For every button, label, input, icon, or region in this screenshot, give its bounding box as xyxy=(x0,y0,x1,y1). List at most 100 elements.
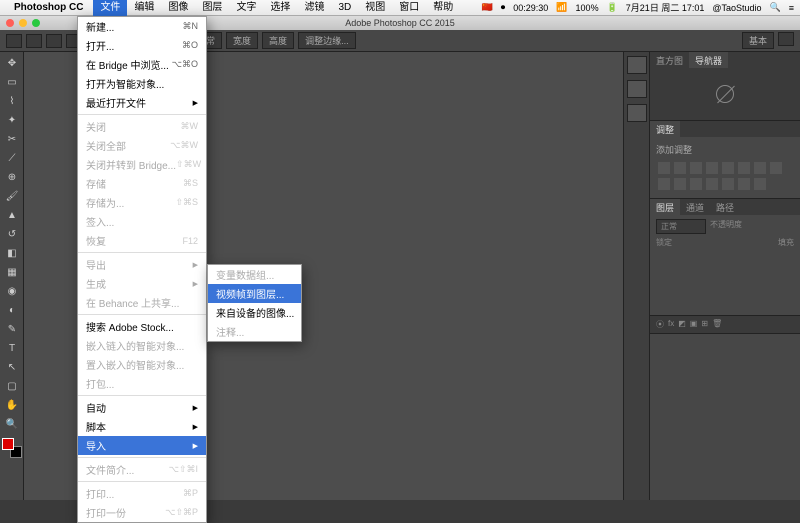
menu-separator xyxy=(78,252,206,253)
stamp-tool[interactable]: ▲ xyxy=(2,206,22,224)
link-layers-icon[interactable]: ⦿ xyxy=(656,319,664,330)
hand-tool[interactable]: ✋ xyxy=(2,396,22,414)
dock-history-icon[interactable] xyxy=(627,56,647,74)
menu-filter[interactable]: 滤镜 xyxy=(297,0,331,16)
adj-levels-icon[interactable] xyxy=(674,162,686,174)
menu-item[interactable]: 导入 xyxy=(78,436,206,455)
menu-item-label: 存储 xyxy=(86,176,106,191)
delete-layer-icon[interactable]: 🗑 xyxy=(712,319,722,330)
menu-shortcut: ⇧⌘S xyxy=(175,197,198,208)
move-tool[interactable]: ✥ xyxy=(2,54,22,72)
tab-paths[interactable]: 路径 xyxy=(710,199,740,215)
menu-type[interactable]: 文字 xyxy=(229,0,263,16)
menu-item[interactable]: 脚本 xyxy=(78,417,206,436)
wifi-icon[interactable]: 📶 xyxy=(556,2,567,13)
menu-item[interactable]: 最近打开文件 xyxy=(78,93,206,112)
color-swatches[interactable] xyxy=(2,438,22,458)
new-layer-icon[interactable]: ⊞ xyxy=(701,319,708,330)
tool-preset[interactable] xyxy=(26,34,42,48)
submenu-item[interactable]: 来自设备的图像... xyxy=(208,303,301,322)
crop-tool[interactable]: ✂ xyxy=(2,130,22,148)
brush-tool[interactable]: 🖌 xyxy=(2,187,22,205)
fx-icon[interactable]: fx xyxy=(668,319,674,330)
marquee-tool[interactable]: ▭ xyxy=(2,73,22,91)
eraser-tool[interactable]: ◧ xyxy=(2,244,22,262)
adj-lookup-icon[interactable] xyxy=(674,178,686,190)
type-tool[interactable]: T xyxy=(2,339,22,357)
menu-item-label: 文件简介... xyxy=(86,462,134,477)
wand-tool[interactable]: ✦ xyxy=(2,111,22,129)
menu-file[interactable]: 文件 xyxy=(93,0,127,16)
date-time[interactable]: 7月21日 周二 17:01 xyxy=(626,1,705,14)
new-group-icon[interactable]: ▣ xyxy=(690,319,698,330)
marquee-mode-1[interactable] xyxy=(46,34,62,48)
adj-brightness-icon[interactable] xyxy=(658,162,670,174)
pen-tool[interactable]: ✎ xyxy=(2,320,22,338)
submenu-item[interactable]: 视频帧到图层... xyxy=(208,284,301,303)
tab-navigator[interactable]: 导航器 xyxy=(689,52,728,68)
opt-width[interactable]: 宽度 xyxy=(226,32,258,49)
blend-mode[interactable]: 正常 xyxy=(656,219,706,234)
menu-view[interactable]: 视图 xyxy=(358,0,392,16)
tab-layers[interactable]: 图层 xyxy=(650,199,680,215)
adj-hue-icon[interactable] xyxy=(738,162,750,174)
lasso-tool[interactable]: ⌇ xyxy=(2,92,22,110)
adj-poster-icon[interactable] xyxy=(706,178,718,190)
history-tool[interactable]: ↺ xyxy=(2,225,22,243)
adj-vibrance-icon[interactable] xyxy=(722,162,734,174)
search-panel-icon[interactable] xyxy=(778,32,794,46)
menu-item[interactable]: 搜索 Adobe Stock... xyxy=(78,317,206,336)
maximize-button[interactable] xyxy=(32,19,40,27)
adj-bw-icon[interactable] xyxy=(754,162,766,174)
menu-image[interactable]: 图像 xyxy=(161,0,195,16)
adj-mixer-icon[interactable] xyxy=(658,178,670,190)
ps-home-icon[interactable] xyxy=(6,34,22,48)
shape-tool[interactable]: ▢ xyxy=(2,377,22,395)
minimize-button[interactable] xyxy=(19,19,27,27)
menu-select[interactable]: 选择 xyxy=(263,0,297,16)
tab-channels[interactable]: 通道 xyxy=(680,199,710,215)
zoom-tool[interactable]: 🔍 xyxy=(2,415,22,433)
mask-icon[interactable]: ◩ xyxy=(678,319,686,330)
adj-exposure-icon[interactable] xyxy=(706,162,718,174)
dodge-tool[interactable]: ◐ xyxy=(2,301,22,319)
menu-help[interactable]: 帮助 xyxy=(426,0,460,16)
healing-tool[interactable]: ⊕ xyxy=(2,168,22,186)
screen-record-icon[interactable]: ⏺ xyxy=(501,2,506,13)
user-name[interactable]: @TaoStudio xyxy=(712,3,761,13)
menu-3d[interactable]: 3D xyxy=(331,0,358,16)
menu-item[interactable]: 打开为智能对象... xyxy=(78,74,206,93)
adj-selective-icon[interactable] xyxy=(754,178,766,190)
dock-properties-icon[interactable] xyxy=(627,104,647,122)
menu-item[interactable]: 自动 xyxy=(78,398,206,417)
gradient-tool[interactable]: ▦ xyxy=(2,263,22,281)
input-icon[interactable]: 🇨🇳 xyxy=(482,2,493,13)
path-tool[interactable]: ↖ xyxy=(2,358,22,376)
menu-item[interactable]: 在 Bridge 中浏览...⌥⌘O xyxy=(78,55,206,74)
blur-tool[interactable]: ◉ xyxy=(2,282,22,300)
menu-item-label: 打印... xyxy=(86,486,114,501)
menu-shortcut: ⌘S xyxy=(183,178,198,189)
opt-height[interactable]: 高度 xyxy=(262,32,294,49)
workspace-switcher[interactable]: 基本 xyxy=(742,32,774,49)
opt-refine[interactable]: 调整边缘... xyxy=(298,32,356,49)
tab-adjustments[interactable]: 调整 xyxy=(650,121,680,137)
dock-actions-icon[interactable] xyxy=(627,80,647,98)
search-icon[interactable]: 🔍 xyxy=(770,2,781,13)
adj-photo-icon[interactable] xyxy=(770,162,782,174)
adj-gradient-icon[interactable] xyxy=(738,178,750,190)
menu-window[interactable]: 窗口 xyxy=(392,0,426,16)
eyedropper-tool[interactable]: ⟋ xyxy=(2,149,22,167)
adj-invert-icon[interactable] xyxy=(690,178,702,190)
menu-layer[interactable]: 图层 xyxy=(195,0,229,16)
menu-item[interactable]: 打开...⌘O xyxy=(78,36,206,55)
foreground-color[interactable] xyxy=(2,438,14,450)
adj-threshold-icon[interactable] xyxy=(722,178,734,190)
menu-item[interactable]: 新建...⌘N xyxy=(78,17,206,36)
adj-curves-icon[interactable] xyxy=(690,162,702,174)
menu-icon[interactable]: ≡ xyxy=(789,3,794,13)
menu-edit[interactable]: 编辑 xyxy=(127,0,161,16)
menu-item: 生成 xyxy=(78,274,206,293)
close-button[interactable] xyxy=(6,19,14,27)
tab-histogram[interactable]: 直方图 xyxy=(650,52,689,68)
